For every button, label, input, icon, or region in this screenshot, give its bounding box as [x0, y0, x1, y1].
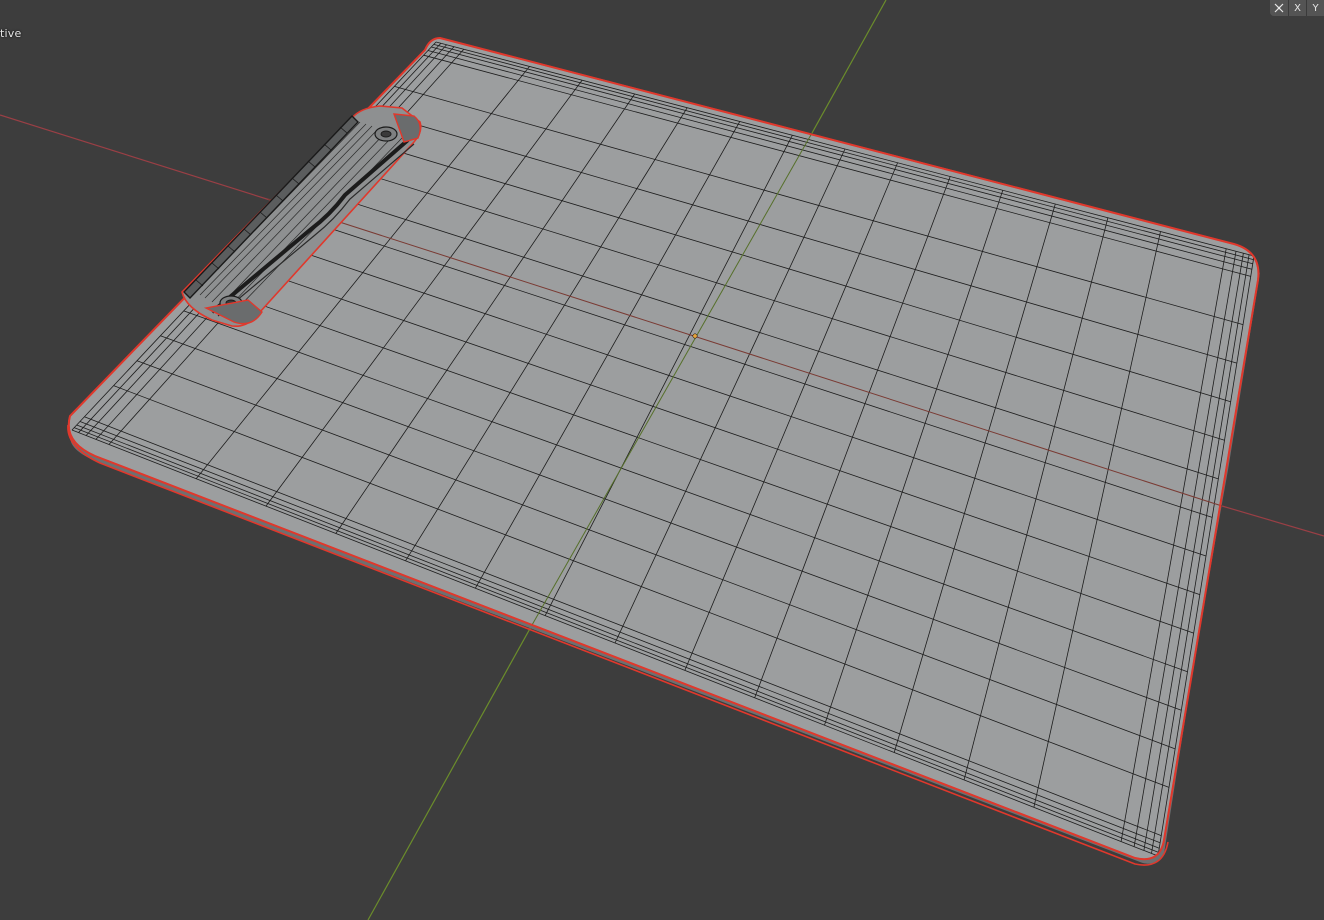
- x-axis-line-right: [1221, 505, 1324, 537]
- viewport-mode-label: tive: [0, 27, 22, 40]
- mirror-x-toggle[interactable]: X: [1288, 0, 1306, 16]
- viewport-scene[interactable]: [0, 0, 1324, 920]
- mirror-axis-icon[interactable]: [1270, 0, 1288, 16]
- 3d-viewport[interactable]: tive X Y: [0, 0, 1324, 920]
- mirror-axis-toolbar: X Y: [1270, 0, 1324, 16]
- x-axis-line-left: [0, 114, 271, 201]
- object-origin[interactable]: [692, 333, 698, 339]
- y-axis-line-top: [811, 0, 887, 134]
- clip-rivet-top: [374, 126, 398, 142]
- board-top-face[interactable]: [67, 36, 1260, 861]
- y-axis-line-bottom: [367, 624, 533, 920]
- mirror-y-toggle[interactable]: Y: [1306, 0, 1324, 16]
